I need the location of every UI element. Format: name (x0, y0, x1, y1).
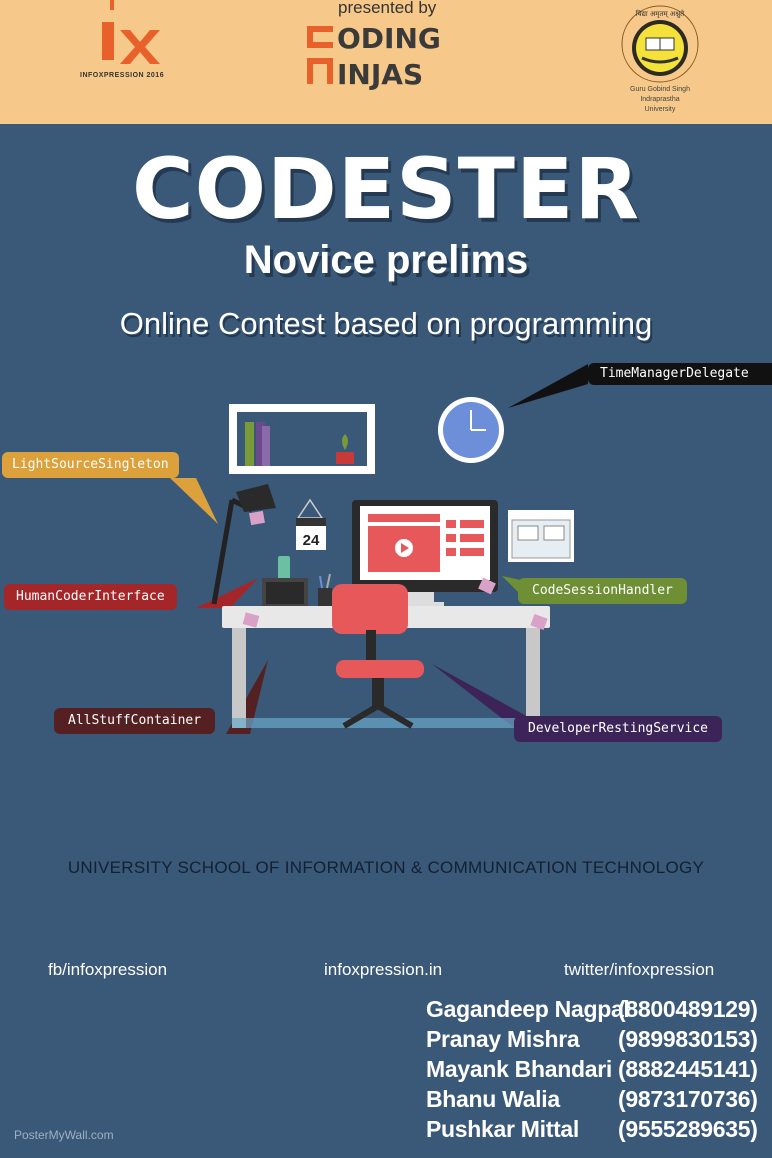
shelf-frame (229, 404, 375, 474)
facebook-link[interactable]: fb/infoxpression (48, 960, 167, 980)
contact-name: Mayank Bhandari (426, 1056, 612, 1082)
callout-developer-resting: DeveloperRestingService (514, 716, 723, 742)
play-icon (395, 539, 413, 557)
contact-phone: (8882445141) (618, 1056, 758, 1082)
callout-stuff-container: AllStuffContainer (54, 708, 216, 734)
contact-phone: (9555289635) (618, 1116, 758, 1142)
phone-icon (278, 556, 290, 580)
contact-phone: (9899830153) (618, 1026, 758, 1052)
callout-human-coder: HumanCoderInterface (4, 584, 177, 610)
contact-phone: (9873170736) (618, 1086, 758, 1112)
callout-time-manager: TimeManagerDelegate (588, 363, 772, 385)
contact-name: Pushkar Mittal (426, 1116, 580, 1142)
callout-light-source: LightSourceSingleton (2, 452, 179, 478)
window-icon (508, 510, 574, 562)
contact-name: Bhanu Walia (426, 1086, 560, 1112)
poster: INFOXPRESSION 2016 presented by ODING IN… (0, 0, 772, 1158)
calendar-icon: 24 (296, 498, 326, 550)
school-name: UNIVERSITY SCHOOL OF INFORMATION & COMMU… (67, 858, 705, 877)
watermark: PosterMyWall.com (14, 1128, 114, 1142)
calendar-day: 24 (303, 532, 320, 549)
contact-name: Gagandeep Nagpal (426, 996, 630, 1022)
website-link[interactable]: infoxpression.in (324, 960, 442, 980)
contact-phone: (8800489129) (618, 996, 758, 1022)
clock-icon (438, 397, 504, 463)
twitter-link[interactable]: twitter/infoxpression (564, 960, 714, 980)
contact-name: Pranay Mishra (426, 1026, 580, 1052)
callout-code-session: CodeSessionHandler (518, 578, 687, 604)
